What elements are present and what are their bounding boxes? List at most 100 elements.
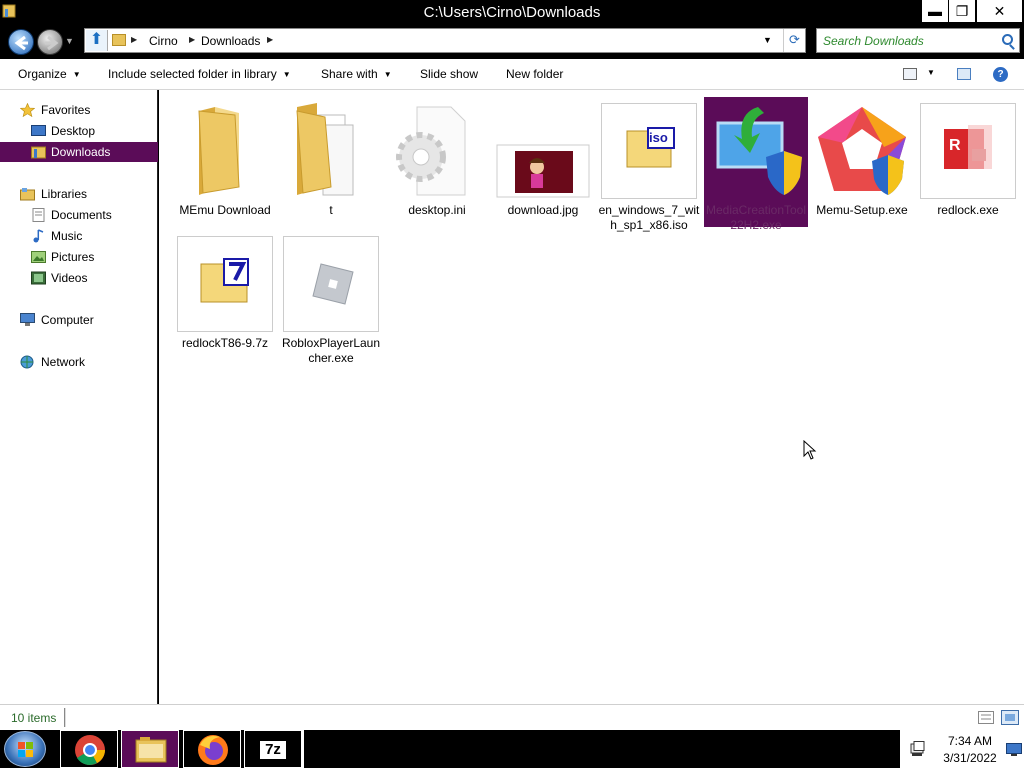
sidebar-item-label: Network (41, 355, 86, 369)
chevron-right-icon[interactable]: ▶ (189, 35, 195, 44)
sidebar-item-label: Documents (51, 208, 112, 222)
taskbar-firefox-button[interactable] (183, 730, 241, 768)
show-desktop-icon[interactable] (1006, 743, 1022, 757)
slide-show-button[interactable]: Slide show (420, 67, 478, 81)
chevron-down-icon: ▼ (282, 70, 291, 79)
sidebar-item-desktop[interactable]: Desktop (0, 121, 158, 141)
navigation-pane: Favorites Desktop Downloads Libraries Do… (0, 90, 158, 704)
include-library-label: Include selected folder in library (108, 67, 277, 81)
file-name: desktop.ini (408, 203, 466, 217)
taskbar: 7z 7:34 AM 3/31/2022 (0, 729, 1024, 768)
iso-icon (626, 127, 675, 168)
sidebar-item-label: Pictures (51, 250, 95, 264)
sidebar-item-libraries[interactable]: Libraries (0, 184, 158, 204)
status-divider (64, 708, 66, 727)
star-icon (20, 103, 35, 117)
sidebar-item-label: Downloads (51, 145, 111, 159)
folder-open-icon (296, 103, 354, 196)
sidebar-item-pictures[interactable]: Pictures (0, 247, 158, 267)
sidebar-item-music[interactable]: Music (0, 226, 158, 246)
up-arrow-icon[interactable]: ⬆ (86, 30, 108, 51)
address-bar[interactable]: ⬆ ▶ Cirno ▶ Downloads ▶ ▼ ⟳ (84, 28, 806, 53)
refresh-icon[interactable]: ⟳ (783, 29, 805, 52)
file-item-media-creation-tool[interactable]: MediaCreationTool22H2.exe (704, 97, 808, 232)
share-with-button[interactable]: Share with ▼ (321, 67, 392, 81)
clock-date[interactable]: 3/31/2022 (940, 751, 1000, 765)
view-options-dropdown[interactable]: ▼ (927, 68, 935, 77)
action-center-icon[interactable] (910, 741, 926, 757)
file-name: download.jpg (507, 203, 579, 217)
libraries-icon (20, 188, 35, 201)
sidebar-item-label: Computer (41, 313, 94, 327)
large-icons-view-icon[interactable] (1001, 710, 1019, 725)
help-icon[interactable]: ? (993, 67, 1008, 82)
sidebar-item-documents[interactable]: Documents (0, 205, 158, 225)
network-icon (20, 355, 34, 369)
7z-icon (200, 258, 249, 303)
file-item-redlock-exe[interactable]: R redlock.exe (916, 97, 1020, 227)
address-dropdown-icon[interactable]: ▼ (763, 35, 772, 45)
taskbar-chrome-button[interactable] (60, 730, 118, 768)
sidebar-item-videos[interactable]: Videos (0, 268, 158, 288)
search-input[interactable] (823, 32, 993, 50)
preview-pane-icon[interactable] (957, 68, 971, 80)
new-folder-button[interactable]: New folder (506, 67, 563, 81)
redlock-icon (944, 125, 992, 169)
windows-logo-icon (18, 742, 33, 757)
item-count: 10 items (11, 711, 57, 725)
change-view-icon[interactable] (903, 68, 917, 80)
forward-arrow-icon (45, 35, 59, 51)
file-item-download-jpg[interactable]: download.jpg (491, 97, 595, 227)
videos-icon (31, 271, 46, 285)
folder-icon (112, 34, 126, 46)
taskbar-explorer-button[interactable] (121, 730, 179, 768)
search-box[interactable] (816, 28, 1020, 53)
file-explorer-icon (135, 737, 167, 763)
share-with-label: Share with (321, 67, 378, 81)
minimize-button[interactable]: ▬ (922, 0, 948, 22)
organize-label: Organize (18, 67, 67, 81)
chevron-right-icon[interactable]: ▶ (131, 35, 137, 44)
sidebar-item-computer[interactable]: Computer (0, 310, 158, 330)
computer-icon (20, 313, 35, 326)
chrome-icon (75, 735, 105, 765)
file-item-roblox-launcher[interactable]: RobloxPlayerLauncher.exe (279, 230, 383, 365)
forward-button[interactable] (37, 29, 63, 55)
clock-time[interactable]: 7:34 AM (940, 734, 1000, 748)
sidebar-item-favorites[interactable]: Favorites (0, 100, 158, 120)
breadcrumb-cirno[interactable]: Cirno (149, 34, 178, 48)
mouse-cursor-icon (803, 440, 817, 460)
maximize-button[interactable]: ❐ (949, 0, 975, 22)
file-item-desktop-ini[interactable]: desktop.ini (385, 97, 489, 227)
window-title: C:\Users\Cirno\Downloads (423, 4, 601, 21)
back-button[interactable] (8, 29, 34, 55)
7zip-icon: 7z (258, 739, 288, 761)
iso-badge: iso (649, 130, 668, 145)
sidebar-item-label: Videos (51, 271, 88, 285)
file-view: MEmu Download t desktop.ini download.jpg (159, 90, 1024, 704)
chevron-right-icon[interactable]: ▶ (267, 35, 273, 44)
file-name: redlock.exe (937, 203, 999, 217)
image-thumbnail (496, 144, 590, 198)
search-icon[interactable] (1002, 34, 1013, 45)
pictures-icon (31, 251, 46, 263)
recent-pages-dropdown[interactable]: ▼ (65, 36, 75, 46)
start-button[interactable] (4, 731, 46, 767)
file-item-memu-setup[interactable]: Memu-Setup.exe (810, 97, 914, 227)
file-item-t[interactable]: t (279, 97, 383, 227)
taskbar-7zip-button[interactable]: 7z (244, 730, 302, 768)
include-in-library-button[interactable]: Include selected folder in library ▼ (108, 67, 291, 81)
file-item-memu-download[interactable]: MEmu Download (173, 97, 277, 227)
sidebar-item-downloads[interactable]: Downloads (0, 142, 158, 162)
navigation-row: ▼ ⬆ ▶ Cirno ▶ Downloads ▶ ▼ ⟳ (0, 24, 1024, 59)
file-item-redlock-7z[interactable]: redlockT86-9.7z (173, 230, 277, 360)
redlock-r-glyph: R (949, 137, 961, 154)
details-view-icon[interactable] (978, 711, 994, 724)
file-item-windows-iso[interactable]: iso en_windows_7_with_sp1_x86.iso (597, 97, 701, 232)
breadcrumb-downloads[interactable]: Downloads (201, 34, 260, 48)
organize-button[interactable]: Organize ▼ (18, 67, 81, 81)
sidebar-item-network[interactable]: Network (0, 352, 158, 372)
command-bar: Organize ▼ Include selected folder in lib… (0, 59, 1024, 90)
media-creation-icon (716, 107, 802, 195)
close-button[interactable]: ✕ (977, 0, 1022, 22)
